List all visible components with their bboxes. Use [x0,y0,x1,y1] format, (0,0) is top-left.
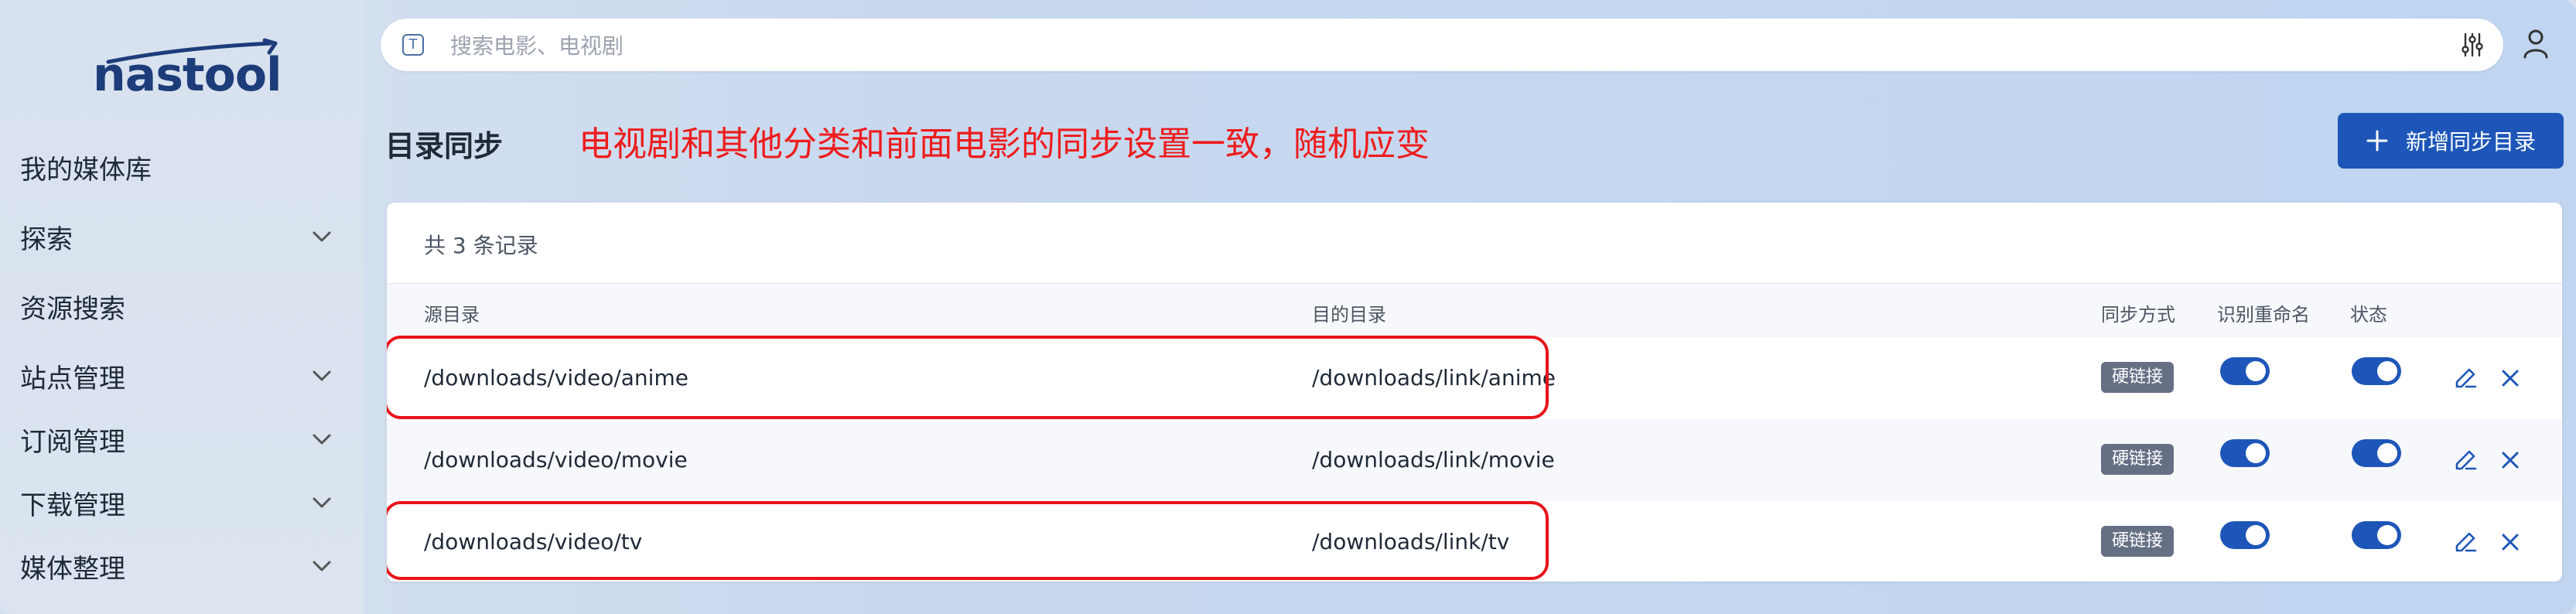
sync-mode-badge: 硬链接 [2101,526,2175,557]
sidebar-item-label: 站点管理 [20,363,125,394]
text-icon: T [402,34,424,56]
rename-toggle[interactable] [2220,357,2270,385]
close-icon[interactable] [2497,447,2523,473]
sidebar-item-label: 订阅管理 [20,426,125,458]
pencil-icon[interactable] [2452,447,2479,473]
header-status: 状态 [2350,304,2387,326]
dest-dir: /downloads/link/movie [1312,447,1555,472]
chevron-down-icon [313,231,331,242]
pencil-icon[interactable] [2452,365,2479,391]
status-toggle[interactable] [2352,439,2401,467]
chevron-down-icon [313,370,331,381]
sidebar-item-label: 探索 [20,223,73,255]
table-row: /downloads/video/movie /downloads/link/m… [387,419,2562,502]
sidebar-item-subscription-management[interactable]: 订阅管理 [20,416,345,462]
rename-toggle[interactable] [2220,439,2270,467]
header-dest: 目的目录 [1312,304,1386,326]
add-sync-dir-label: 新增同步目录 [2405,129,2536,155]
header-source: 源目录 [424,304,480,326]
chevron-down-icon [313,434,331,445]
sidebar-item-label: 媒体整理 [20,553,125,585]
highlight-box-row-tv [387,501,1549,580]
close-icon[interactable] [2497,365,2523,391]
logo-text: nastool [93,48,282,102]
pencil-icon[interactable] [2452,529,2479,555]
table-header: 源目录 目的目录 同步方式 识别重命名 状态 [387,283,2562,339]
search-input[interactable] [449,28,2386,63]
user-icon[interactable] [2519,26,2553,60]
header-mode: 同步方式 [2101,304,2175,326]
sidebar-item-download-management[interactable]: 下载管理 [20,479,345,526]
highlight-box-row-anime [387,336,1549,419]
logo[interactable]: nastool [93,36,282,105]
status-toggle[interactable] [2352,357,2401,385]
chevron-down-icon [313,561,331,571]
chevron-down-icon [313,497,331,508]
source-dir: /downloads/video/movie [424,447,688,472]
annotation-note: 电视剧和其他分类和前面电影的同步设置一致，随机应变 [579,125,1430,164]
header-rename: 识别重命名 [2217,304,2310,326]
sync-dir-card: 共 3 条记录 源目录 目的目录 同步方式 识别重命名 状态 /download… [387,203,2562,582]
sliders-icon[interactable] [2458,31,2486,59]
sidebar: nastool 我的媒体库 探索 资源搜索 站点管理 订阅管理 下载管理 媒体整… [0,0,364,614]
plus-icon [2366,130,2388,152]
app-window: nastool 我的媒体库 探索 资源搜索 站点管理 订阅管理 下载管理 媒体整… [0,0,2576,614]
record-count: 共 3 条记录 [424,233,538,258]
rename-toggle[interactable] [2220,521,2270,549]
status-toggle[interactable] [2352,521,2401,549]
close-icon[interactable] [2497,529,2523,555]
sidebar-item-label: 资源搜索 [20,293,125,325]
sidebar-item-resource-search[interactable]: 资源搜索 [20,283,345,329]
sidebar-item-explore[interactable]: 探索 [20,213,345,260]
sidebar-item-media-library[interactable]: 我的媒体库 [20,144,345,190]
sidebar-item-label: 我的媒体库 [20,154,152,186]
sidebar-item-site-management[interactable]: 站点管理 [20,353,345,399]
sidebar-item-media-organize[interactable]: 媒体整理 [20,543,345,589]
add-sync-dir-button[interactable]: 新增同步目录 [2338,113,2564,169]
search-bar: T [381,19,2503,71]
sync-mode-badge: 硬链接 [2101,362,2175,393]
page-title: 目录同步 [385,129,504,163]
sidebar-item-label: 下载管理 [20,489,125,521]
sync-mode-badge: 硬链接 [2101,444,2175,475]
